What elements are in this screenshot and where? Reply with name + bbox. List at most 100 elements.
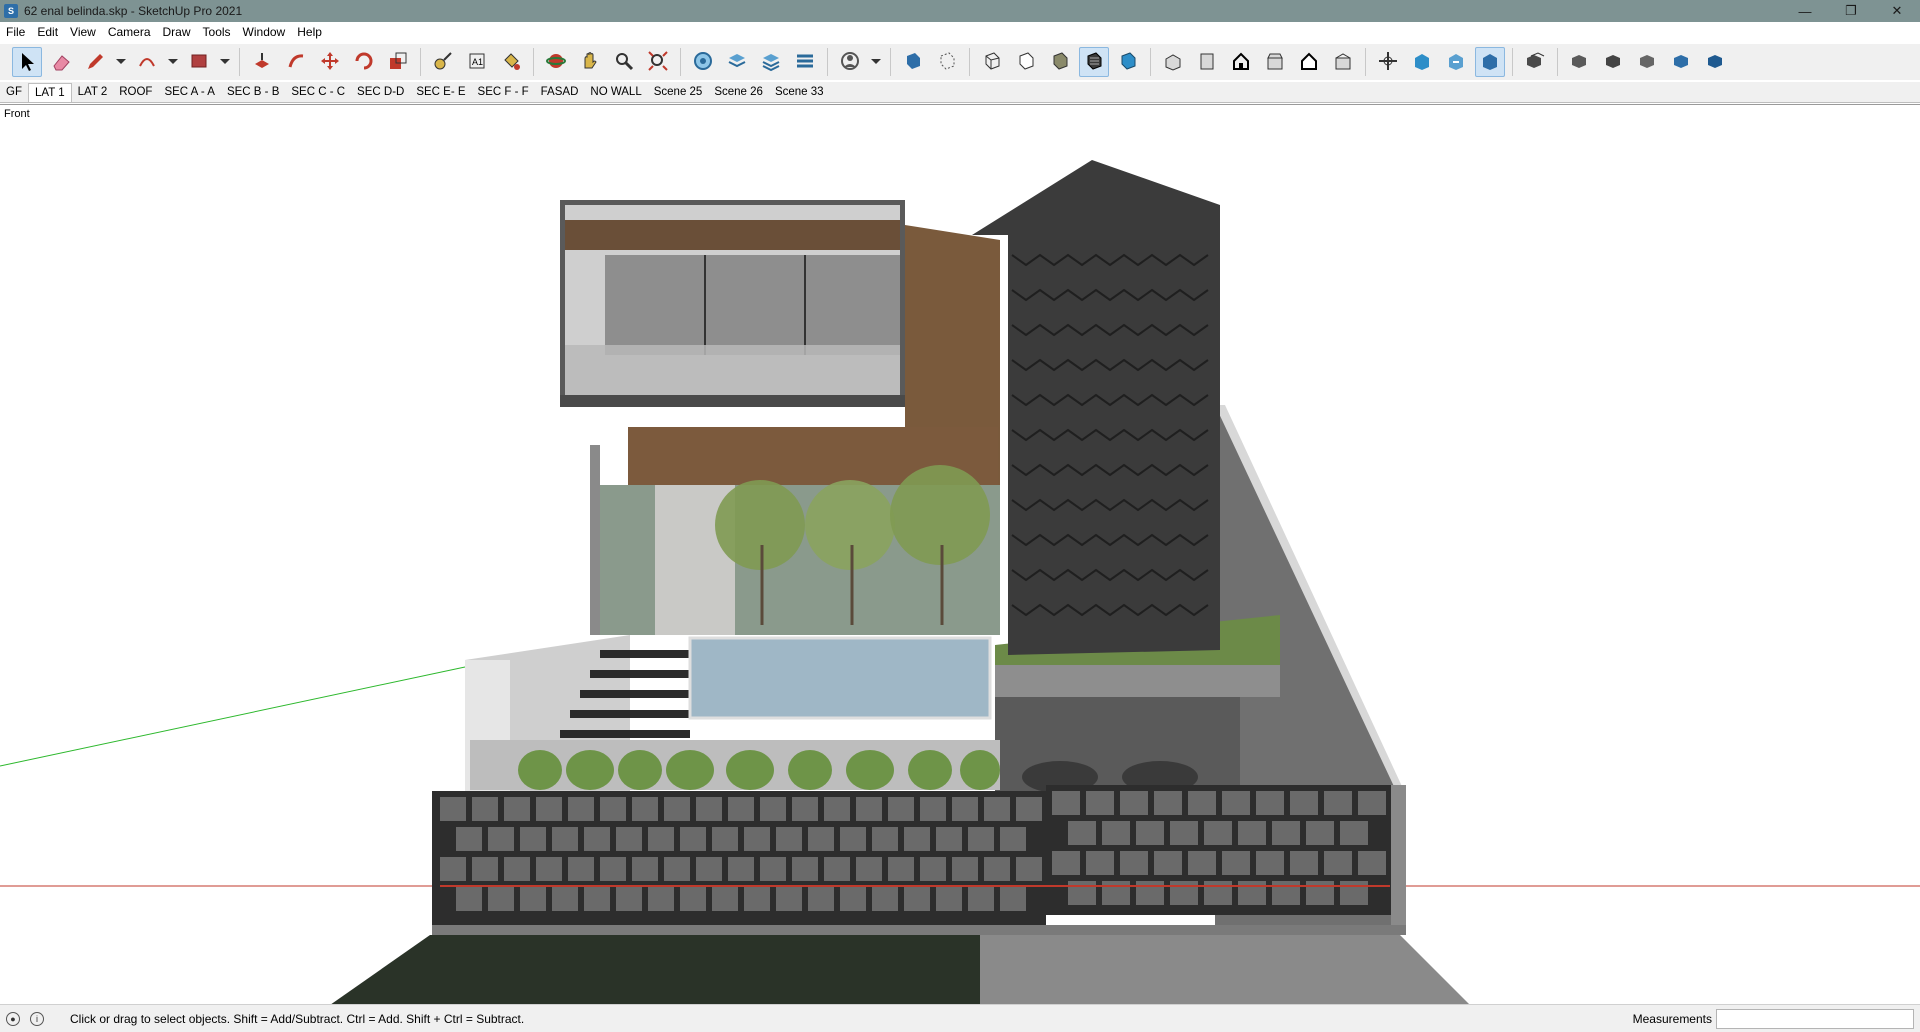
shaded-textures-tool-button[interactable] (1079, 47, 1109, 77)
front-view-tool-button[interactable] (1226, 47, 1256, 77)
toolbar-separator (680, 48, 681, 76)
scene-tab[interactable]: SEC D-D (351, 83, 410, 102)
pan-tool-button[interactable] (575, 47, 605, 77)
menu-window[interactable]: Window (237, 25, 292, 39)
outliner-tool-button[interactable] (790, 47, 820, 77)
toolbar-separator (533, 48, 534, 76)
profile-tool-button[interactable] (835, 47, 865, 77)
xray-tool-button[interactable] (898, 47, 928, 77)
move-tool-button[interactable] (315, 47, 345, 77)
right-view-tool-button[interactable] (1260, 47, 1290, 77)
facade-tower (972, 160, 1220, 655)
layers-tool-button[interactable] (722, 47, 752, 77)
dropdown-tool-button[interactable] (218, 47, 232, 77)
solid-subtract-tool-button[interactable] (1599, 47, 1629, 77)
garage-canopy (995, 665, 1280, 697)
select-icon (16, 50, 38, 75)
scene-tab[interactable]: FASAD (535, 83, 585, 102)
paint-bucket-tool-button[interactable] (496, 47, 526, 77)
zoom-extents-tool-button[interactable] (643, 47, 673, 77)
zoom-tool-button[interactable] (609, 47, 639, 77)
menu-view[interactable]: View (64, 25, 102, 39)
section-display-tool-button[interactable] (1475, 47, 1505, 77)
solid-trim-tool-button[interactable] (1667, 47, 1697, 77)
menu-help[interactable]: Help (291, 25, 328, 39)
component-tool-button[interactable] (1520, 47, 1550, 77)
back-edges-icon (936, 50, 958, 75)
geo-location-icon[interactable]: ● (6, 1011, 20, 1026)
scene-tab[interactable]: LAT 2 (72, 83, 114, 102)
scene-tab[interactable]: NO WALL (584, 83, 647, 102)
scene-tab[interactable]: SEC A - A (158, 83, 221, 102)
wireframe-tool-button[interactable] (977, 47, 1007, 77)
status-bar: ● i Click or drag to select objects. Shi… (0, 1004, 1920, 1032)
zoom-icon (613, 50, 635, 75)
solid-intersect-tool-button[interactable] (1633, 47, 1663, 77)
scene-tab[interactable]: ROOF (113, 83, 158, 102)
monochrome-tool-button[interactable] (1113, 47, 1143, 77)
window-title: 62 enal belinda.skp - SketchUp Pro 2021 (24, 4, 243, 18)
scene-tab[interactable]: Scene 25 (648, 83, 709, 102)
section-cuts-icon (1445, 50, 1467, 75)
fence-base (432, 925, 1406, 935)
iso-view-tool-button[interactable] (1158, 47, 1188, 77)
section-cuts-tool-button[interactable] (1441, 47, 1471, 77)
toolbar-separator (1365, 48, 1366, 76)
text-tool-button[interactable]: A1 (462, 47, 492, 77)
section-plane-tool-button[interactable] (1373, 47, 1403, 77)
measurements-input[interactable] (1716, 1009, 1914, 1029)
model-info-tool-button[interactable] (688, 47, 718, 77)
dropdown-tool-button[interactable] (869, 47, 883, 77)
model-info-icon (692, 50, 714, 75)
zoom-extents-icon (647, 50, 669, 75)
section-fill-tool-button[interactable] (1407, 47, 1437, 77)
component-icon (1524, 50, 1546, 75)
scene-tab[interactable]: Scene 26 (708, 83, 769, 102)
model-canvas[interactable] (0, 105, 1920, 1004)
scene-tab[interactable]: SEC B - B (221, 83, 285, 102)
push-pull-tool-button[interactable] (247, 47, 277, 77)
menu-file[interactable]: File (0, 25, 31, 39)
orbit-tool-button[interactable] (541, 47, 571, 77)
xray-icon (902, 50, 924, 75)
section-plane-icon (1377, 50, 1399, 75)
hidden-line-tool-button[interactable] (1011, 47, 1041, 77)
pencil-tool-button[interactable] (80, 47, 110, 77)
dropdown-icon (110, 50, 132, 75)
scale-tool-button[interactable] (383, 47, 413, 77)
shaded-tool-button[interactable] (1045, 47, 1075, 77)
dropdown-tool-button[interactable] (166, 47, 180, 77)
solid-split-tool-button[interactable] (1701, 47, 1731, 77)
close-button[interactable]: ✕ (1874, 0, 1920, 22)
back-view-tool-button[interactable] (1294, 47, 1324, 77)
scene-tab[interactable]: SEC F - F (472, 83, 535, 102)
menu-draw[interactable]: Draw (157, 25, 197, 39)
scene-tab[interactable]: LAT 1 (27, 82, 72, 102)
solid-union-tool-button[interactable] (1565, 47, 1595, 77)
select-tool-button[interactable] (12, 47, 42, 77)
scene-tab[interactable]: SEC E- E (410, 83, 471, 102)
left-view-tool-button[interactable] (1328, 47, 1358, 77)
rotate-tool-button[interactable] (349, 47, 379, 77)
menu-tools[interactable]: Tools (197, 25, 237, 39)
dropdown-tool-button[interactable] (114, 47, 128, 77)
tags-tool-button[interactable] (756, 47, 786, 77)
drawing-viewport[interactable]: Front (0, 104, 1920, 1004)
scene-tab[interactable]: SEC C - C (285, 83, 351, 102)
tape-measure-tool-button[interactable] (428, 47, 458, 77)
solid-subtract-icon (1603, 50, 1625, 75)
menu-camera[interactable]: Camera (102, 25, 157, 39)
eraser-tool-button[interactable] (46, 47, 76, 77)
scene-tab[interactable]: GF (0, 83, 28, 102)
arc-tool-button[interactable] (132, 47, 162, 77)
top-view-tool-button[interactable] (1192, 47, 1222, 77)
back-edges-tool-button[interactable] (932, 47, 962, 77)
menu-edit[interactable]: Edit (31, 25, 64, 39)
scene-tab[interactable]: Scene 33 (769, 83, 830, 102)
follow-me-tool-button[interactable] (281, 47, 311, 77)
info-icon[interactable]: i (30, 1011, 44, 1026)
status-hint: Click or drag to select objects. Shift =… (70, 1011, 525, 1026)
maximize-button[interactable]: ❐ (1828, 0, 1874, 22)
minimize-button[interactable]: — (1782, 0, 1828, 22)
rectangle-tool-button[interactable] (184, 47, 214, 77)
